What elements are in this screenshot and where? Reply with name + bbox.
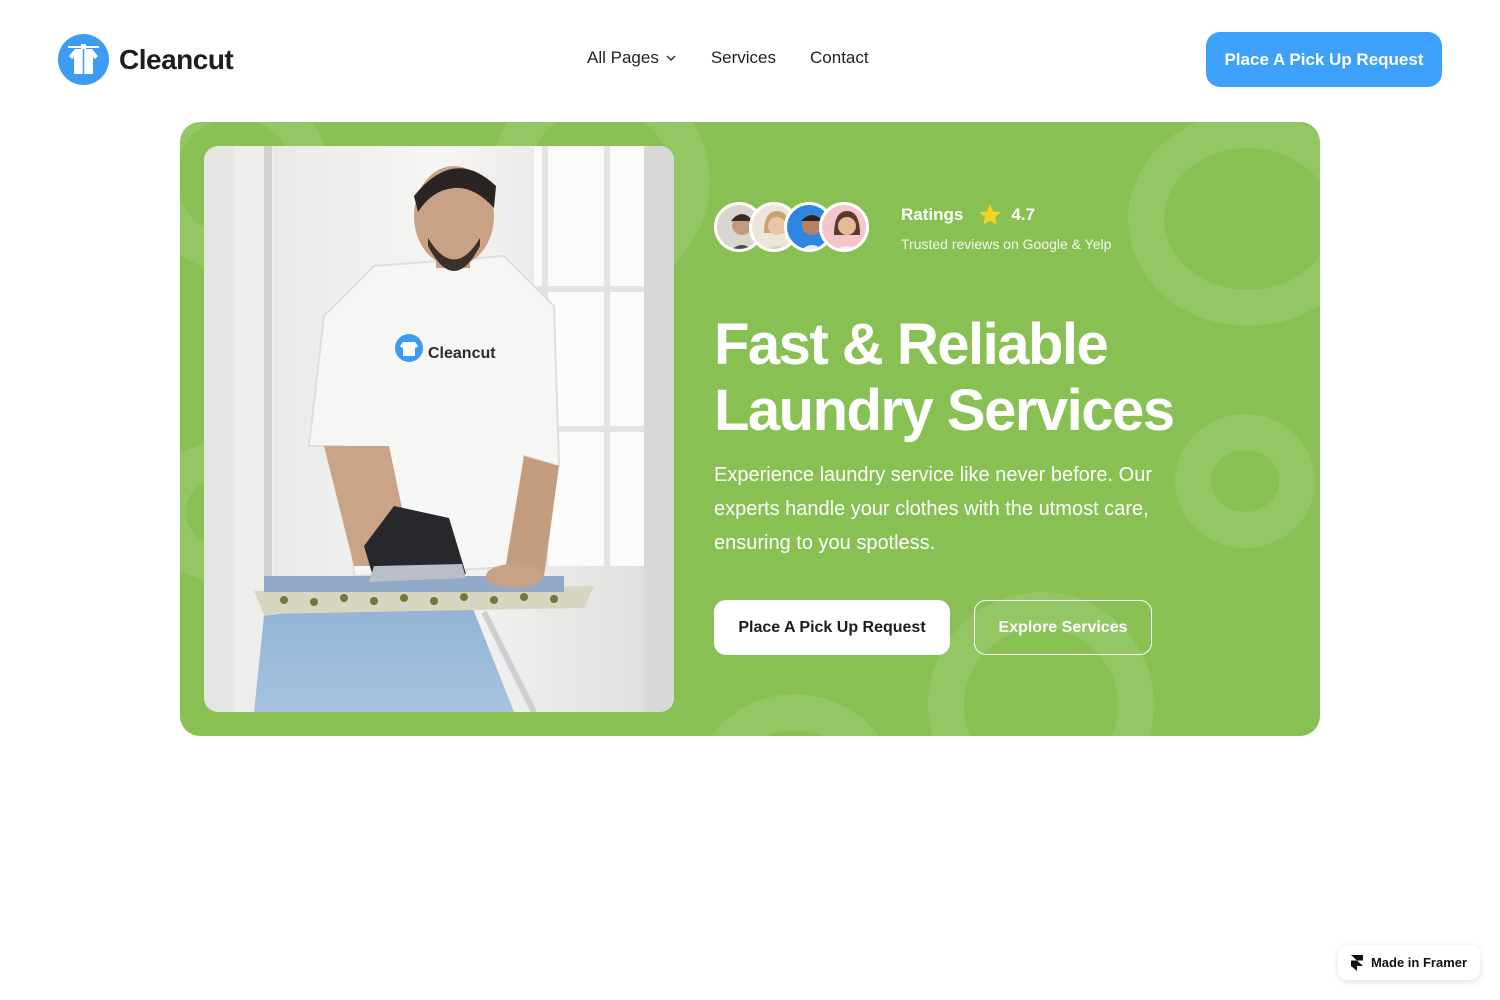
hero-title-line2: Laundry Services bbox=[714, 378, 1175, 443]
rating-subtitle: Trusted reviews on Google & Yelp bbox=[901, 236, 1112, 252]
nav-services[interactable]: Services bbox=[711, 48, 776, 68]
nav-all-pages-label: All Pages bbox=[587, 48, 659, 67]
rating-value: 4.7 bbox=[1011, 205, 1035, 224]
shirt-brand-text: Cleancut bbox=[428, 345, 496, 362]
hero-title-line1: Fast & Reliable bbox=[714, 312, 1109, 377]
hero-description: Experience laundry service like never be… bbox=[714, 464, 1152, 554]
rating-text: Ratings 4.7 Trusted reviews on Google & … bbox=[901, 202, 1111, 252]
main-nav: All Pages Services Contact bbox=[587, 48, 869, 68]
hero-pickup-button[interactable]: Place A Pick Up Request bbox=[714, 600, 950, 655]
nav-services-label: Services bbox=[710, 48, 777, 67]
hero-photo: Cleancut bbox=[204, 146, 674, 712]
decor-ring bbox=[1128, 122, 1320, 326]
avatar bbox=[819, 202, 869, 252]
nav-contact-label: Contact bbox=[810, 48, 869, 67]
nav-all-pages[interactable]: All Pages bbox=[587, 48, 677, 68]
badge-label: Made in Framer bbox=[1370, 955, 1468, 970]
chevron-down-icon bbox=[666, 55, 676, 62]
hero-title: Fast & Reliable Laundry Services bbox=[714, 312, 1274, 444]
rating-block: Ratings 4.7 Trusted reviews on Google & … bbox=[714, 202, 1111, 252]
nav-contact[interactable]: Contact bbox=[810, 48, 869, 68]
decor-ring bbox=[690, 694, 900, 736]
made-in-framer-badge[interactable]: Made in Framer bbox=[1338, 945, 1480, 980]
framer-icon bbox=[1350, 954, 1363, 971]
rating-label: Ratings bbox=[901, 205, 964, 224]
rating-line: Ratings 4.7 bbox=[901, 202, 1111, 228]
shirt-logo-icon bbox=[58, 34, 109, 85]
logo[interactable]: Cleancut bbox=[58, 34, 234, 85]
explore-services-button[interactable]: Explore Services bbox=[974, 600, 1152, 655]
header-pickup-button[interactable]: Place A Pick Up Request bbox=[1206, 32, 1442, 87]
reviewer-avatars bbox=[714, 202, 869, 252]
brand-name: Cleancut bbox=[119, 43, 234, 75]
star-icon bbox=[979, 204, 1002, 225]
hero-section: Cleancut Ratings 4.7 Trusted reviews on … bbox=[180, 122, 1320, 736]
